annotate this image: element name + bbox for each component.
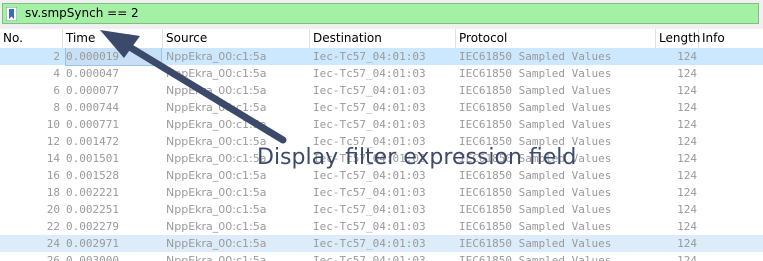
column-header-source[interactable]: Source	[163, 29, 310, 48]
cell-destination: Iec-Tc57_04:01:03	[313, 118, 426, 131]
cell-destination: Iec-Tc57_04:01:03	[313, 220, 426, 233]
cell-destination: Iec-Tc57_04:01:03	[313, 67, 426, 80]
cell-length: 124	[677, 135, 697, 148]
cell-length: 124	[677, 84, 697, 97]
cell-protocol: IEC61850 Sampled Values	[459, 118, 612, 131]
cell-time: 0.002971	[66, 237, 119, 250]
cell-time: 0.002221	[66, 186, 119, 199]
display-filter-input[interactable]: sv.smpSynch == 2	[2, 3, 759, 24]
cell-no: 16	[46, 169, 60, 182]
cell-time: 0.001528	[66, 169, 119, 182]
cell-length: 124	[677, 186, 697, 199]
packet-row[interactable]: 4 0.000047 NppEkra_00:c1:5a Iec-Tc57_04:01:…	[0, 65, 763, 82]
cell-source: NppEkra_00:c1:5a	[166, 67, 267, 80]
cell-length: 124	[677, 67, 697, 80]
cell-length: 124	[677, 152, 697, 165]
cell-length: 124	[677, 118, 697, 131]
filter-expression-text: sv.smpSynch == 2	[25, 6, 139, 20]
cell-no: 22	[46, 220, 60, 233]
packet-row[interactable]: 22 0.002279 NppEkra_00:c1:5a Iec-Tc57_04:01…	[0, 218, 763, 235]
cell-no: 2	[53, 50, 60, 63]
packet-list-header: No. Time Source Destination Protocol Len…	[0, 29, 763, 49]
cell-no: 12	[46, 135, 60, 148]
cell-no: 18	[46, 186, 60, 199]
cell-source: NppEkra_00:c1:5a	[166, 220, 267, 233]
cell-length: 124	[677, 101, 697, 114]
packet-row[interactable]: 18 0.002221 NppEkra_00:c1:5a Iec-Tc57_04:01…	[0, 184, 763, 201]
bookmark-icon[interactable]	[6, 7, 17, 21]
cell-protocol: IEC61850 Sampled Values	[459, 101, 612, 114]
cell-length: 124	[677, 254, 697, 261]
cell-length: 124	[677, 169, 697, 182]
packet-row[interactable]: 20 0.002251 NppEkra_00:c1:5a Iec-Tc57_04:01…	[0, 201, 763, 218]
cell-time: 0.002251	[66, 203, 119, 216]
display-filter-toolbar: sv.smpSynch == 2	[0, 0, 763, 29]
cell-source: NppEkra_00:c1:5a	[166, 203, 267, 216]
cell-source: NppEkra_00:c1:5a	[166, 186, 267, 199]
cell-time: 0.000019	[65, 48, 162, 66]
packet-row[interactable]: 6 0.000077 NppEkra_00:c1:5a Iec-Tc57_04:01:…	[0, 82, 763, 99]
cell-destination: Iec-Tc57_04:01:03	[313, 50, 426, 63]
packet-row[interactable]: 2 0.000019 NppEkra_00:c1:5a Iec-Tc57_04:01:…	[0, 48, 763, 66]
cell-source: NppEkra_00:c1:5a	[166, 50, 267, 63]
cell-time: 0.002279	[66, 220, 119, 233]
cell-destination: Iec-Tc57_04:01:03	[313, 254, 426, 261]
cell-no: 26	[46, 254, 60, 261]
packet-row[interactable]: 8 0.000744 NppEkra_00:c1:5a Iec-Tc57_04:01:…	[0, 99, 763, 116]
cell-time: 0.001472	[66, 135, 119, 148]
cell-length: 124	[677, 50, 697, 63]
cell-protocol: IEC61850 Sampled Values	[459, 203, 612, 216]
column-header-time[interactable]: Time	[63, 29, 163, 48]
cell-no: 8	[53, 101, 60, 114]
cell-no: 6	[53, 84, 60, 97]
cell-time: 0.003000	[66, 254, 119, 261]
packet-row[interactable]: 24 0.002971 NppEkra_00:c1:5a Iec-Tc57_04:01…	[0, 235, 763, 252]
cell-source: NppEkra_00:c1:5a	[166, 237, 267, 250]
packet-row[interactable]: 10 0.000771 NppEkra_00:c1:5a Iec-Tc57_04:01…	[0, 116, 763, 133]
cell-no: 24	[46, 237, 60, 250]
cell-length: 124	[677, 237, 697, 250]
cell-time: 0.001501	[66, 152, 119, 165]
cell-time: 0.000077	[66, 84, 119, 97]
cell-no: 4	[53, 67, 60, 80]
cell-destination: Iec-Tc57_04:01:03	[313, 203, 426, 216]
column-header-destination[interactable]: Destination	[310, 29, 456, 48]
cell-source: NppEkra_00:c1:5a	[166, 101, 267, 114]
cell-protocol: IEC61850 Sampled Values	[459, 220, 612, 233]
cell-time: 0.000744	[66, 101, 119, 114]
column-header-info[interactable]: Info	[699, 29, 763, 48]
cell-no: 20	[46, 203, 60, 216]
cell-length: 124	[677, 203, 697, 216]
cell-source: NppEkra_00:c1:5a	[166, 84, 267, 97]
cell-no: 14	[46, 152, 60, 165]
cell-destination: Iec-Tc57_04:01:03	[313, 101, 426, 114]
cell-protocol: IEC61850 Sampled Values	[459, 50, 612, 63]
cell-source: NppEkra_00:c1:5a	[166, 254, 267, 261]
cell-protocol: IEC61850 Sampled Values	[459, 67, 612, 80]
cell-protocol: IEC61850 Sampled Values	[459, 186, 612, 199]
cell-time: 0.000047	[66, 67, 119, 80]
cell-protocol: IEC61850 Sampled Values	[459, 254, 612, 261]
cell-protocol: IEC61850 Sampled Values	[459, 84, 612, 97]
annotation-label: Display filter expression field	[257, 145, 577, 170]
cell-source: NppEkra_00:c1:5a	[166, 118, 267, 131]
cell-time: 0.000771	[66, 118, 119, 131]
cell-destination: Iec-Tc57_04:01:03	[313, 186, 426, 199]
column-header-no[interactable]: No.	[0, 29, 63, 48]
packet-row[interactable]: 26 0.003000 NppEkra_00:c1:5a Iec-Tc57_04:01…	[0, 252, 763, 261]
column-header-length[interactable]: Length	[656, 29, 700, 48]
column-header-protocol[interactable]: Protocol	[456, 29, 656, 48]
cell-protocol: IEC61850 Sampled Values	[459, 237, 612, 250]
cell-destination: Iec-Tc57_04:01:03	[313, 84, 426, 97]
cell-no: 10	[46, 118, 60, 131]
cell-length: 124	[677, 220, 697, 233]
cell-destination: Iec-Tc57_04:01:03	[313, 237, 426, 250]
